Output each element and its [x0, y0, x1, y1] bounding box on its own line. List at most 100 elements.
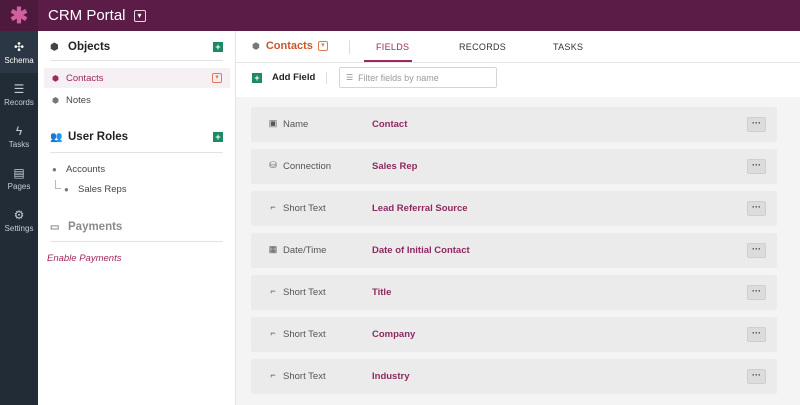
field-row[interactable]: ▦ Date/Time Date of Initial Contact ···	[251, 233, 777, 268]
field-row[interactable]: ⌐ Short Text Title ···	[251, 275, 777, 310]
rail-label: Pages	[7, 181, 31, 191]
field-name[interactable]: Sales Rep	[372, 161, 417, 172]
field-name[interactable]: Contact	[372, 119, 407, 130]
more-options-button[interactable]: ···	[747, 327, 766, 342]
add-field-button[interactable]: + Add Field	[252, 72, 315, 83]
pages-icon: ▤	[13, 165, 25, 180]
field-type: Date/Time	[283, 245, 327, 256]
filter-fields[interactable]: ☰	[339, 67, 497, 88]
tab-tasks[interactable]: TASKS	[553, 42, 583, 52]
field-type: Short Text	[283, 287, 326, 298]
sidebar-item-accounts[interactable]: ● Accounts	[44, 159, 230, 179]
divider	[326, 72, 327, 84]
field-type: Name	[283, 119, 309, 130]
divider	[349, 40, 350, 54]
more-options-button[interactable]: ···	[747, 159, 766, 174]
tree-branch	[55, 180, 61, 189]
sidebar-item-notes[interactable]: ⬢ Notes	[44, 90, 230, 110]
objects-header: ⬢ Objects +	[50, 36, 223, 58]
more-options-button[interactable]: ···	[747, 369, 766, 384]
short-text-icon: ⌐	[270, 370, 276, 380]
object-header: ⬢ Contacts ▾	[252, 40, 328, 52]
field-name[interactable]: Industry	[372, 371, 409, 382]
credit-card-icon: ▭	[50, 221, 60, 233]
add-field-label: Add Field	[272, 72, 316, 83]
object-cube-icon: ⬢	[52, 95, 59, 105]
database-icon: ☰	[13, 81, 25, 96]
filter-fields-input[interactable]	[358, 72, 489, 83]
rail-item-tasks[interactable]: ϟ Tasks	[0, 115, 38, 157]
payments-title: Payments	[68, 221, 123, 233]
field-type: Short Text	[283, 371, 326, 382]
rail-label: Schema	[4, 55, 34, 65]
schema-icon: ✣	[13, 39, 25, 54]
tab-records[interactable]: RECORDS	[459, 42, 506, 52]
field-row[interactable]: ⌐ Short Text Company ···	[251, 317, 777, 352]
user-roles-header: 👥 User Roles +	[50, 126, 223, 148]
user-icon: ●	[52, 164, 57, 174]
field-row[interactable]: ⛁ Connection Sales Rep ···	[251, 149, 777, 184]
object-cube-icon: ⬢	[52, 73, 59, 83]
field-name[interactable]: Lead Referral Source	[372, 203, 468, 214]
rail-item-pages[interactable]: ▤ Pages	[0, 157, 38, 199]
objects-icon: ⬢	[50, 41, 59, 53]
nav-rail: ✣ Schema ☰ Records ϟ Tasks ▤ Pages ⚙ Set…	[0, 31, 38, 405]
short-text-icon: ⌐	[270, 328, 276, 338]
field-name[interactable]: Date of Initial Contact	[372, 245, 470, 256]
filter-icon: ☰	[346, 73, 354, 82]
field-row[interactable]: ⌐ Short Text Lead Referral Source ···	[251, 191, 777, 226]
top-bar: ✱ CRM Portal ▾	[0, 0, 800, 31]
rail-item-settings[interactable]: ⚙ Settings	[0, 199, 38, 241]
rail-item-records[interactable]: ☰ Records	[0, 73, 38, 115]
rail-item-schema[interactable]: ✣ Schema	[0, 31, 38, 73]
field-row[interactable]: ⌐ Short Text Industry ···	[251, 359, 777, 394]
rail-label: Records	[4, 97, 34, 107]
sidebar-item-sales-reps[interactable]: ● Sales Reps	[44, 179, 230, 199]
field-type: Short Text	[283, 203, 326, 214]
enable-payments-link[interactable]: Enable Payments	[47, 253, 121, 264]
divider	[236, 62, 800, 63]
chevron-down-icon[interactable]: ▾	[212, 73, 222, 83]
objects-title: Objects	[68, 41, 111, 53]
plus-icon: +	[252, 72, 262, 83]
more-options-button[interactable]: ···	[747, 243, 766, 258]
rail-label: Settings	[4, 223, 34, 233]
id-card-icon: ▣	[268, 118, 278, 128]
field-row[interactable]: ▣ Name Contact ···	[251, 107, 777, 142]
calendar-icon: ▦	[268, 244, 278, 254]
more-options-button[interactable]: ···	[747, 117, 766, 132]
sidebar-item-label: Notes	[66, 94, 91, 106]
field-name[interactable]: Company	[372, 329, 415, 340]
short-text-icon: ⌐	[270, 202, 276, 212]
fields-list: ▣ Name Contact ··· ⛁ Connection Sales Re…	[236, 97, 800, 405]
more-options-button[interactable]: ···	[747, 201, 766, 216]
sidebar-item-label: Accounts	[66, 163, 106, 175]
user-roles-title: User Roles	[68, 131, 129, 143]
gear-icon: ⚙	[13, 207, 25, 222]
field-type: Connection	[283, 161, 332, 172]
sidebar-item-label: Sales Reps	[78, 183, 127, 195]
chevron-down-icon[interactable]: ▾	[133, 9, 146, 22]
divider	[50, 60, 223, 61]
add-object-button[interactable]: +	[213, 42, 223, 52]
main-panel: ⬢ Contacts ▾ FIELDS RECORDS TASKS + Add …	[236, 31, 800, 405]
connection-icon: ⛁	[269, 160, 277, 170]
object-title[interactable]: Contacts	[266, 40, 313, 52]
divider	[50, 152, 223, 153]
add-role-button[interactable]: +	[213, 132, 223, 142]
divider	[50, 241, 223, 242]
schema-sidebar: ⬢ Objects + ⬢ Contacts ▾ ⬢ Notes 👥 User …	[38, 31, 236, 405]
short-text-icon: ⌐	[270, 286, 276, 296]
sidebar-item-contacts[interactable]: ⬢ Contacts ▾	[44, 68, 230, 88]
user-icon: ●	[64, 184, 69, 194]
chevron-down-icon[interactable]: ▾	[317, 41, 328, 51]
tab-fields[interactable]: FIELDS	[376, 42, 409, 52]
object-cube-icon: ⬢	[252, 40, 260, 51]
more-options-button[interactable]: ···	[747, 285, 766, 300]
lightning-icon: ϟ	[15, 123, 23, 138]
rail-label: Tasks	[8, 139, 30, 149]
app-title[interactable]: CRM Portal	[48, 7, 126, 24]
payments-header: ▭ Payments	[50, 216, 223, 238]
asterisk-icon[interactable]: ✱	[0, 0, 38, 31]
field-name[interactable]: Title	[372, 287, 391, 298]
